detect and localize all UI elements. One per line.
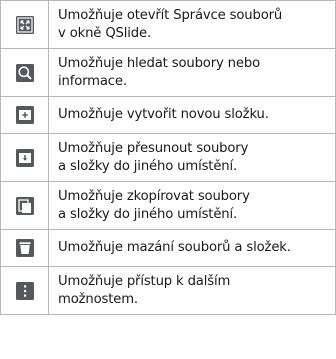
- description-cell: Umožňuje zkopírovat soubory a složky do …: [48, 181, 336, 230]
- table-row: Umožňuje přesunout soubory a složky do j…: [0, 133, 336, 182]
- description-line: a složky do jiného umístění.: [58, 158, 238, 174]
- icon-cell: [0, 48, 49, 97]
- search-icon: [15, 63, 35, 83]
- table-row: Umožňuje hledat soubory nebo informace.: [0, 48, 336, 97]
- description-line: Umožňuje mazání souborů a složek.: [58, 240, 291, 255]
- icon-cell: [0, 96, 49, 134]
- description-cell: Umožňuje hledat soubory nebo informace.: [48, 48, 336, 97]
- icon-description-table: Umožňuje otevřít Správce souborů v okně …: [0, 0, 336, 315]
- description-line: Umožňuje zkopírovat soubory: [58, 188, 250, 204]
- more-options-icon: [15, 281, 35, 301]
- description-line: Umožňuje vytvořit novou složku.: [58, 107, 269, 122]
- description-cell: Umožňuje otevřít Správce souborů v okně …: [48, 0, 336, 49]
- description-line: Umožňuje otevřít Správce souborů: [58, 7, 283, 23]
- table-row: Umožňuje zkopírovat soubory a složky do …: [0, 181, 336, 230]
- description-line: možnostem.: [58, 291, 138, 307]
- trash-icon: [15, 238, 35, 258]
- description-cell: Umožňuje mazání souborů a složek.: [48, 229, 336, 267]
- new-folder-icon: [15, 105, 35, 125]
- icon-cell: [0, 181, 49, 230]
- description-cell: Umožňuje přístup k dalším možnostem.: [48, 266, 336, 315]
- description-line: a složky do jiného umístění.: [58, 206, 238, 222]
- description-cell: Umožňuje přesunout soubory a složky do j…: [48, 133, 336, 182]
- table-row: Umožňuje vytvořit novou složku.: [0, 96, 336, 134]
- table-row: Umožňuje mazání souborů a složek.: [0, 229, 336, 267]
- copy-icon: [15, 196, 35, 216]
- description-line: informace.: [58, 73, 127, 89]
- qslide-file-manager-icon: [15, 15, 35, 35]
- icon-cell: [0, 266, 49, 315]
- table-row: Umožňuje přístup k dalším možnostem.: [0, 266, 336, 315]
- description-line: Umožňuje hledat soubory nebo: [58, 55, 260, 71]
- move-icon: [15, 148, 35, 168]
- icon-cell: [0, 133, 49, 182]
- table-row: Umožňuje otevřít Správce souborů v okně …: [0, 0, 336, 49]
- icon-cell: [0, 229, 49, 267]
- description-cell: Umožňuje vytvořit novou složku.: [48, 96, 336, 134]
- icon-cell: [0, 0, 49, 49]
- description-line: Umožňuje přesunout soubory: [58, 140, 249, 156]
- description-line: Umožňuje přístup k dalším: [58, 273, 231, 289]
- description-line: v okně QSlide.: [58, 25, 152, 41]
